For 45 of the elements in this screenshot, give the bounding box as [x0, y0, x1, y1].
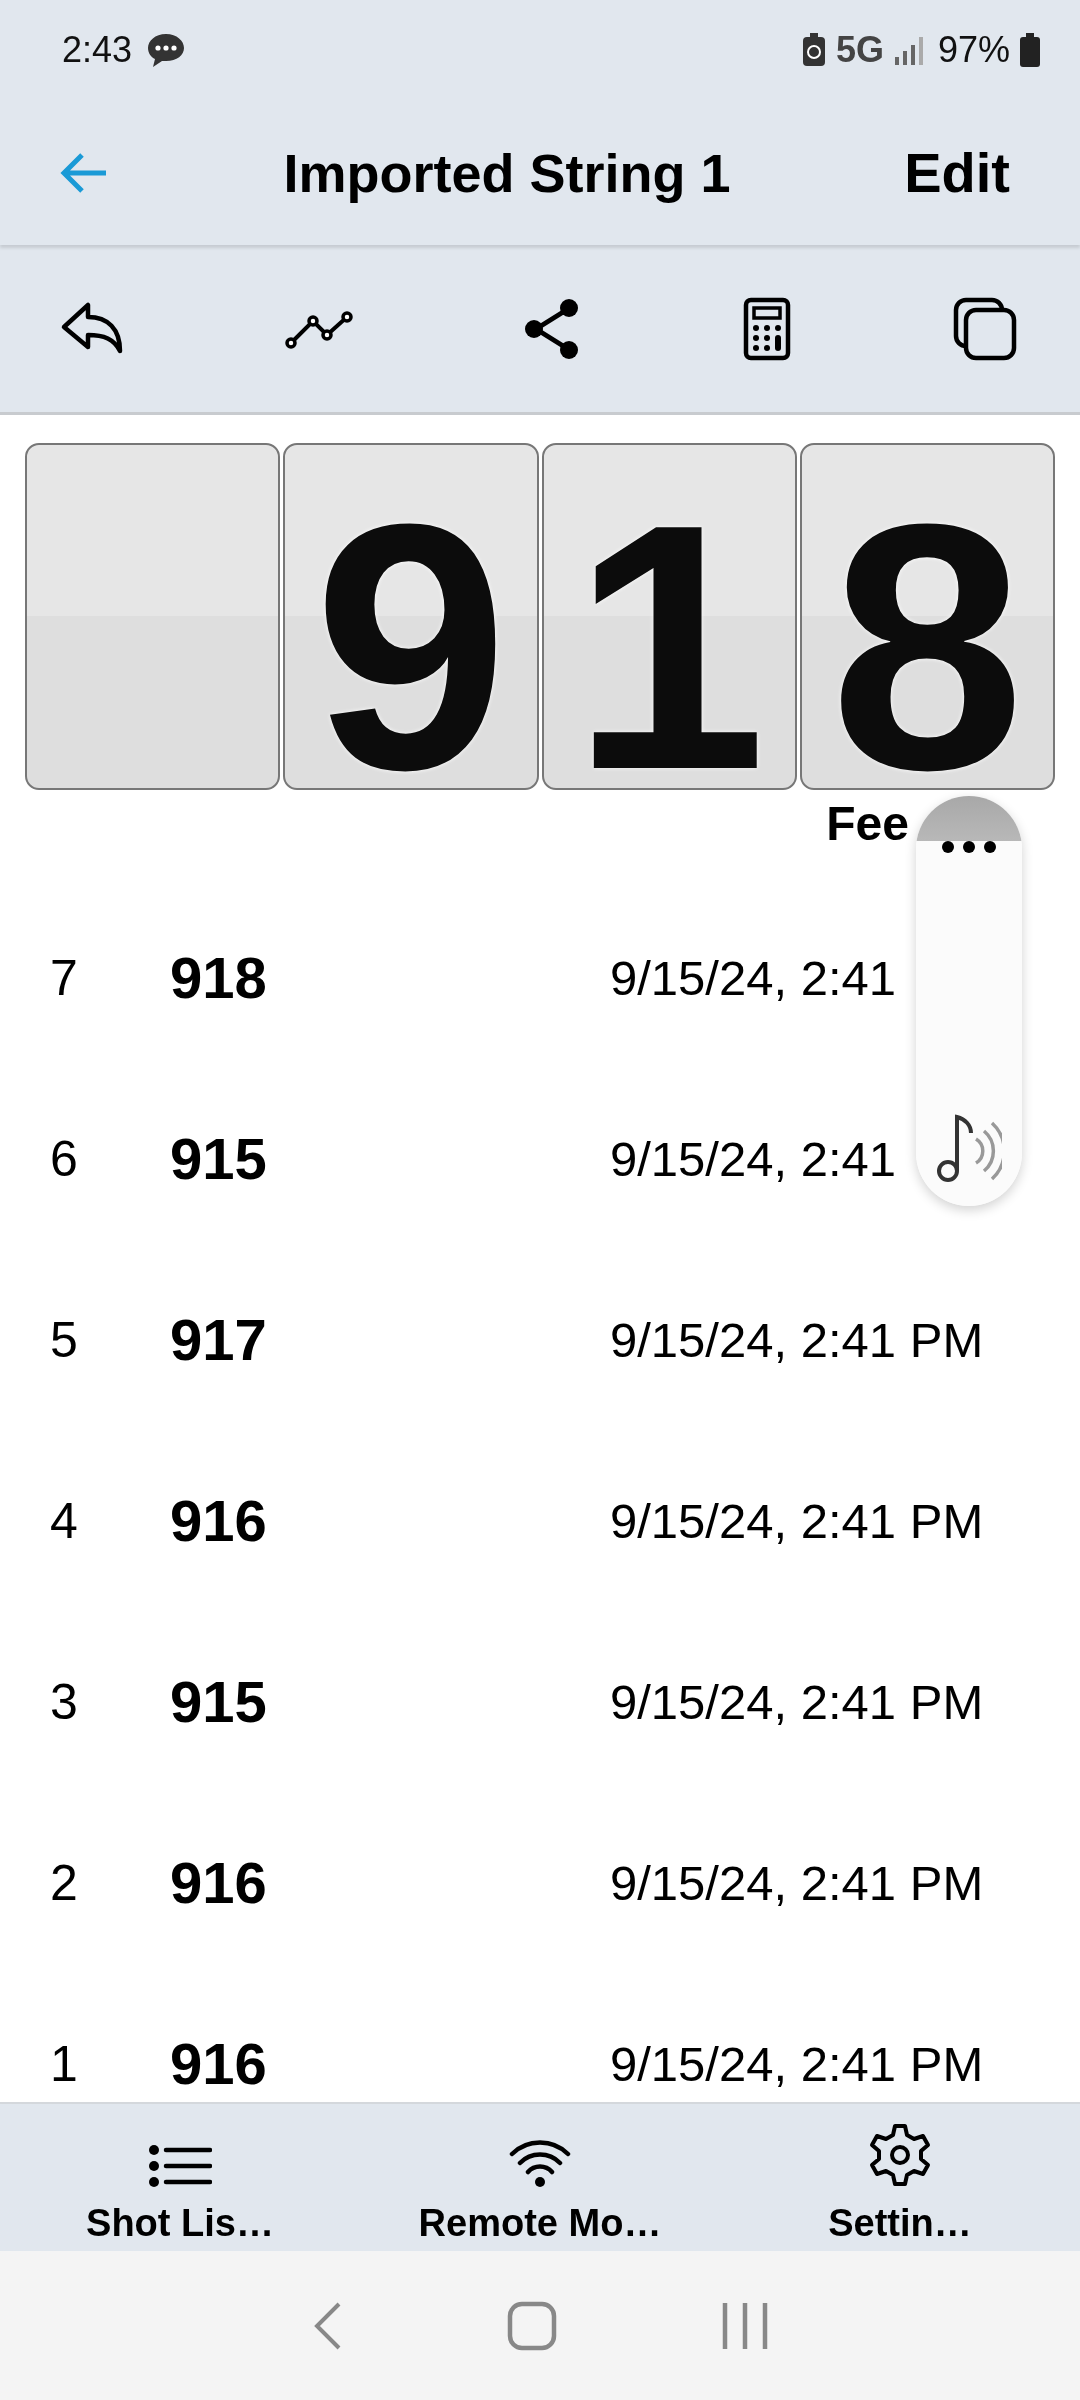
shot-time: 9/15/24, 2:41 — [610, 949, 897, 1006]
copy-icon[interactable] — [952, 295, 1018, 362]
unit-label: Fee — [826, 797, 909, 850]
more-icon[interactable] — [941, 840, 997, 854]
shot-time: 9/15/24, 2:41 PM — [610, 1311, 984, 1368]
recent-apps-icon[interactable] — [721, 2302, 768, 2349]
back-icon[interactable] — [312, 2300, 343, 2351]
screen-title: Imported String 1 — [282, 141, 732, 204]
shot-number: 1 — [50, 2034, 79, 2093]
tab[interactable]: Remote Mo… — [360, 2104, 720, 2251]
digit: 9 — [313, 514, 509, 780]
shot-value: 915 — [170, 1125, 268, 1192]
battery-percent: 97% — [937, 29, 1010, 71]
shot-number: 3 — [50, 1672, 79, 1731]
shot-value: 917 — [170, 1306, 268, 1373]
shot-value: 918 — [170, 944, 268, 1011]
shot-number: 6 — [50, 1129, 79, 1188]
calculator-icon[interactable] — [743, 296, 791, 361]
settings-icon — [867, 2122, 933, 2188]
shot-time: 9/15/24, 2:41 — [610, 1130, 897, 1187]
shot-number: 2 — [50, 1853, 79, 1912]
network-type: 5G — [835, 29, 884, 71]
home-icon[interactable] — [507, 2300, 557, 2351]
shot-time: 9/15/24, 2:41 PM — [610, 2035, 984, 2092]
tab[interactable]: Shot Lis… — [0, 2104, 360, 2251]
edit-button[interactable]: Edit — [904, 140, 1040, 205]
shot-value: 915 — [170, 1668, 268, 1735]
shot-time: 9/15/24, 2:41 PM — [610, 1673, 984, 1730]
shot-number: 7 — [50, 948, 79, 1007]
digit: 8 — [830, 514, 1025, 780]
battery-icon — [1020, 33, 1040, 67]
shot-value: 916 — [170, 1849, 268, 1916]
clock: 2:43 — [62, 29, 133, 71]
digit: 1 — [571, 514, 767, 780]
shot-value: 916 — [170, 2030, 268, 2097]
tab[interactable]: Settin… — [720, 2104, 1080, 2251]
shot-value: 916 — [170, 1487, 268, 1554]
shot-time: 9/15/24, 2:41 PM — [610, 1492, 984, 1549]
battery-saver-icon — [801, 33, 826, 67]
shot-number: 5 — [50, 1310, 79, 1369]
shot-number: 4 — [50, 1491, 79, 1550]
message-icon — [146, 32, 187, 68]
shot-time: 9/15/24, 2:41 PM — [610, 1854, 984, 1911]
wifi-icon — [509, 2138, 571, 2188]
list-icon — [148, 2144, 212, 2188]
